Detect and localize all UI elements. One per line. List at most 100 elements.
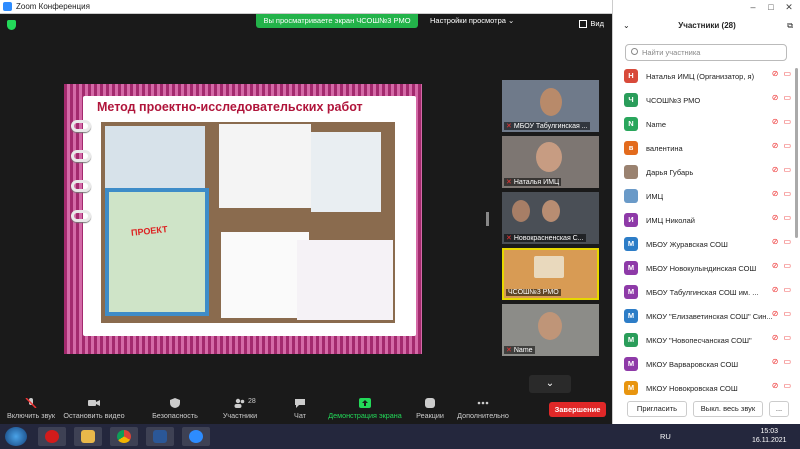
participant-status-icons: ⊘ ▭ xyxy=(772,165,791,174)
participant-name: МКОУ "Елизаветинская СОШ" Син... xyxy=(646,311,773,321)
mic-muted-icon[interactable]: ⊘ xyxy=(772,165,779,174)
participant-name: ИМЦ Николай xyxy=(646,215,695,225)
participant-name: МКОУ Новокровская СОШ xyxy=(646,383,738,393)
video-tile-active-speaker[interactable]: ЧСОШ№3 РМО xyxy=(502,248,599,300)
avatar: М xyxy=(624,237,638,251)
language-indicator[interactable]: RU xyxy=(660,432,671,441)
video-tile[interactable]: ✕ Наталья ИМЦ xyxy=(502,136,599,188)
participant-row[interactable]: И ИМЦ Николай ⊘ ▭ xyxy=(613,208,800,232)
mic-muted-icon[interactable]: ⊘ xyxy=(772,285,779,294)
participant-row[interactable]: М МБОУ Табулгинская СОШ им. ... ⊘ ▭ xyxy=(613,280,800,304)
mic-muted-icon[interactable]: ⊘ xyxy=(772,237,779,246)
mic-muted-icon[interactable]: ⊘ xyxy=(772,357,779,366)
mic-muted-icon: ✕ xyxy=(506,123,512,130)
participant-row[interactable]: Дарья Губарь ⊘ ▭ xyxy=(613,160,800,184)
taskbar-chrome[interactable] xyxy=(110,427,138,446)
mic-muted-icon[interactable]: ⊘ xyxy=(772,213,779,222)
participant-row[interactable]: N Name ⊘ ▭ xyxy=(613,112,800,136)
search-icon xyxy=(631,48,638,55)
video-tile[interactable]: ✕ Новокрасненская С... xyxy=(502,192,599,244)
stop-video-button[interactable]: Остановить видео xyxy=(63,398,125,424)
minimize-icon[interactable]: – xyxy=(744,0,762,14)
participant-status-icons: ⊘ ▭ xyxy=(772,117,791,126)
scroll-down-button[interactable]: ⌄ xyxy=(529,375,571,393)
mic-muted-icon[interactable]: ⊘ xyxy=(772,333,779,342)
search-participant-input[interactable]: Найти участника xyxy=(625,44,787,61)
video-off-icon: ▭ xyxy=(783,117,791,126)
tile-label: Новокрасненская С... xyxy=(513,235,584,242)
video-camera-icon xyxy=(88,400,100,406)
video-off-icon: ▭ xyxy=(783,285,791,294)
video-off-icon: ▭ xyxy=(783,189,791,198)
video-tile[interactable]: ✕ МБОУ Табулгинская ... xyxy=(502,80,599,132)
mic-muted-icon[interactable]: ⊘ xyxy=(772,309,779,318)
more-button[interactable]: Дополнительно xyxy=(457,398,509,424)
video-off-icon: ▭ xyxy=(783,69,791,78)
taskbar-opera[interactable] xyxy=(38,427,66,446)
share-banner: Вы просматриваете экран ЧСОШ№3 РМО xyxy=(256,14,418,28)
split-handle[interactable] xyxy=(486,212,489,226)
slide-page: Метод проектно-исследовательских работ П… xyxy=(71,96,416,336)
mic-muted-icon[interactable]: ⊘ xyxy=(772,141,779,150)
reactions-button[interactable]: Реакции xyxy=(416,398,444,424)
taskbar-zoom[interactable] xyxy=(182,427,210,446)
avatar xyxy=(624,165,638,179)
video-off-icon: ▭ xyxy=(783,333,791,342)
end-meeting-button[interactable]: Завершение xyxy=(549,402,606,417)
security-button[interactable]: Безопасность xyxy=(151,398,199,424)
participant-row[interactable]: в валентина ⊘ ▭ xyxy=(613,136,800,160)
avatar: Н xyxy=(624,69,638,83)
start-button[interactable] xyxy=(5,427,27,446)
avatar: М xyxy=(624,381,638,395)
window-title: Zoom Конференция xyxy=(16,2,90,11)
mic-muted-icon[interactable]: ⊘ xyxy=(772,93,779,102)
participant-row[interactable]: М МКОУ "Новопесчанская СОШ" ⊘ ▭ xyxy=(613,328,800,352)
participant-row[interactable]: М МКОУ Новокровская СОШ ⊘ ▭ xyxy=(613,376,800,396)
avatar: М xyxy=(624,285,638,299)
video-off-icon: ▭ xyxy=(783,213,791,222)
shared-screen: Метод проектно-исследовательских работ П… xyxy=(64,84,422,354)
chat-button[interactable]: Чат xyxy=(290,398,310,424)
taskbar-word[interactable] xyxy=(146,427,174,446)
mic-muted-icon[interactable]: ⊘ xyxy=(772,261,779,270)
share-screen-button[interactable]: Демонстрация экрана xyxy=(328,398,402,424)
invite-button[interactable]: Пригласить xyxy=(627,401,687,417)
view-button[interactable]: Вид xyxy=(579,19,604,28)
zoom-logo-icon xyxy=(3,2,12,11)
close-icon[interactable]: ✕ xyxy=(780,0,798,14)
shield-icon xyxy=(170,398,180,408)
avatar: М xyxy=(624,333,638,347)
video-tile[interactable]: ✕ Name xyxy=(502,304,599,356)
participant-status-icons: ⊘ ▭ xyxy=(772,213,791,222)
participant-row[interactable]: М МКОУ "Елизаветинская СОШ" Син... ⊘ ▭ xyxy=(613,304,800,328)
maximize-icon[interactable]: □ xyxy=(762,0,780,14)
mic-muted-icon[interactable]: ⊘ xyxy=(772,117,779,126)
participant-row[interactable]: ИМЦ ⊘ ▭ xyxy=(613,184,800,208)
participant-row[interactable]: Н Наталья ИМЦ (Организатор, я) ⊘ ▭ xyxy=(613,64,800,88)
panel-scrollbar[interactable] xyxy=(795,68,798,238)
popout-icon[interactable]: ⧉ xyxy=(787,14,793,38)
participant-row[interactable]: М МБОУ Новокулындинская СОШ ⊘ ▭ xyxy=(613,256,800,280)
participant-row[interactable]: М МКОУ Варваровская СОШ ⊘ ▭ xyxy=(613,352,800,376)
participant-name: МБОУ Табулгинская СОШ им. ... xyxy=(646,287,759,297)
participant-row[interactable]: М МБОУ Журавская СОШ ⊘ ▭ xyxy=(613,232,800,256)
participant-status-icons: ⊘ ▭ xyxy=(772,69,791,78)
mic-muted-icon[interactable]: ⊘ xyxy=(772,381,779,390)
window-controls: – □ ✕ xyxy=(744,0,798,14)
chevron-down-icon[interactable]: ⌄ xyxy=(623,14,630,38)
search-placeholder: Найти участника xyxy=(642,48,701,57)
participant-name: МБОУ Новокулындинская СОШ xyxy=(646,263,757,273)
mute-all-button[interactable]: Выкл. весь звук xyxy=(693,401,763,417)
mic-muted-icon[interactable]: ⊘ xyxy=(772,189,779,198)
panel-header: ⌄ Участники (28) ⧉ xyxy=(613,14,800,38)
participant-status-icons: ⊘ ▭ xyxy=(772,333,791,342)
view-options-button[interactable]: Настройки просмотра ⌄ xyxy=(430,14,514,28)
panel-more-button[interactable]: ... xyxy=(769,401,789,417)
mic-muted-icon[interactable]: ⊘ xyxy=(772,69,779,78)
share-screen-label: Демонстрация экрана xyxy=(328,411,402,420)
participant-row[interactable]: Ч ЧСОШ№3 РМО ⊘ ▭ xyxy=(613,88,800,112)
taskbar-explorer[interactable] xyxy=(74,427,102,446)
unmute-button[interactable]: Включить звук xyxy=(6,398,56,424)
clock[interactable]: 15:03 16.11.2021 xyxy=(752,427,787,445)
shield-icon[interactable] xyxy=(7,20,16,30)
